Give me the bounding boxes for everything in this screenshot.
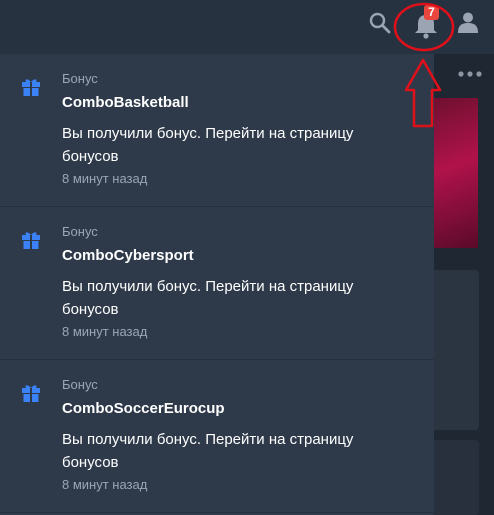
notification-time: 8 минут назад: [62, 171, 148, 186]
more-horizontal-icon[interactable]: [456, 66, 484, 82]
search-icon[interactable]: [368, 11, 392, 35]
notification-count-badge: 7: [424, 5, 439, 20]
notification-category: Бонус: [62, 71, 98, 86]
notification-time: 8 минут назад: [62, 324, 148, 339]
notification-time: 8 минут назад: [62, 477, 148, 492]
notification-item[interactable]: Бонус ComboSoccerEurocup Вы получили бон…: [0, 360, 434, 513]
notification-message[interactable]: Вы получили бонус. Перейти на страницу б…: [62, 428, 392, 474]
gift-icon: [22, 232, 40, 249]
notification-item[interactable]: Бонус ComboBasketball Вы получили бонус.…: [0, 54, 434, 207]
notification-title: ComboBasketball: [62, 94, 189, 111]
notification-category: Бонус: [62, 377, 98, 392]
gift-icon: [22, 79, 40, 96]
notification-title: ComboSoccerEurocup: [62, 400, 225, 417]
background-card: [434, 270, 479, 430]
background-card: [434, 440, 479, 515]
notification-category: Бонус: [62, 224, 98, 239]
notification-title: ComboCybersport: [62, 247, 194, 264]
notifications-panel: Бонус ComboBasketball Вы получили бонус.…: [0, 54, 434, 515]
user-icon[interactable]: [456, 10, 480, 34]
notification-message[interactable]: Вы получили бонус. Перейти на страницу б…: [62, 122, 392, 168]
notification-message[interactable]: Вы получили бонус. Перейти на страницу б…: [62, 275, 392, 321]
gift-icon: [22, 385, 40, 402]
promo-image: [434, 98, 478, 248]
notification-item[interactable]: Бонус ComboCybersport Вы получили бонус.…: [0, 207, 434, 360]
